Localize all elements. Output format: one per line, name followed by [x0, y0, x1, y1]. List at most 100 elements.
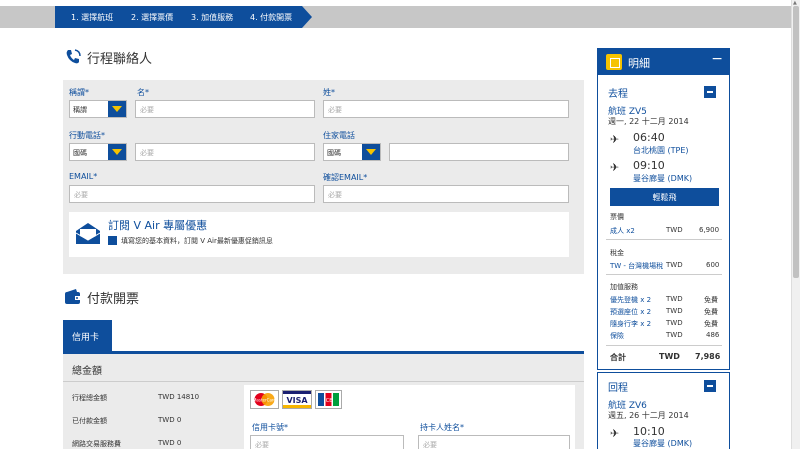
departure-plane-icon: ✈ — [610, 133, 620, 146]
addon-currency: TWD — [666, 307, 683, 315]
outbound-heading: 去程 — [608, 89, 628, 100]
note-icon — [606, 54, 622, 70]
addon-amount: 免費 — [704, 320, 718, 328]
service-fee-label: 網路交易服務費 — [72, 440, 121, 448]
salutation-value: 稱謂 — [73, 106, 87, 114]
subscribe-checkbox[interactable] — [108, 236, 117, 245]
payment-divider — [63, 381, 584, 382]
card-holder-input[interactable]: 必要 — [418, 435, 570, 449]
contact-section-title: 行程聯絡人 — [87, 52, 153, 67]
subscribe-text: 填寫您的基本資料，訂閱 V Air最新優惠促銷訊息 — [121, 237, 273, 245]
confirm-email-label: 確認EMAIL* — [323, 173, 368, 182]
addon-amount: 486 — [706, 331, 720, 339]
fare-title: 票價 — [610, 213, 624, 221]
last-name-input[interactable]: 必要 — [323, 100, 569, 118]
fare-type-button[interactable]: 輕鬆飛 — [610, 188, 719, 206]
trip-total-label: 行程總金額 — [72, 394, 107, 402]
return-heading: 回程 — [608, 383, 628, 394]
tab-credit-card[interactable]: 信用卡 — [63, 320, 112, 354]
email-input[interactable]: 必要 — [69, 185, 315, 203]
first-name-label: 名* — [137, 88, 149, 97]
summary-title: 明細 — [628, 57, 650, 70]
outbound-dep-airport: 台北桃園 (TPE) — [633, 146, 689, 155]
addon-currency: TWD — [666, 331, 683, 339]
home-phone-input[interactable] — [389, 143, 569, 161]
outbound-collapse-icon[interactable] — [704, 86, 716, 98]
step-2[interactable]: 2. 選擇票價 — [131, 12, 173, 23]
fare-label: 成人 x2 — [610, 227, 635, 235]
subscribe-box: 訂閱 V Air 專屬優惠 填寫您的基本資料，訂閱 V Air最新優惠促銷訊息 — [69, 212, 569, 257]
total-label: 合計 — [610, 353, 626, 362]
outbound-date: 週一, 22 十二月 2014 — [608, 117, 689, 126]
step-3[interactable]: 3. 加值服務 — [191, 12, 233, 23]
tax-currency: TWD — [666, 261, 683, 269]
paid-amount-value: TWD 0 — [158, 416, 182, 424]
card-holder-label: 持卡人姓名* — [420, 423, 464, 432]
outbound-arr-airport: 曼谷廊曼 (DMK) — [633, 174, 693, 183]
addon-label: 隨身行李 x 2 — [610, 320, 652, 328]
salutation-label: 稱謂* — [69, 88, 89, 97]
chevron-down-icon — [362, 144, 380, 160]
subscribe-title: 訂閱 V Air 專屬優惠 — [108, 219, 208, 232]
chevron-down-icon — [108, 144, 126, 160]
fare-divider — [606, 239, 722, 240]
step-4: 4. 付款開票 — [250, 13, 293, 22]
return-dep-airport: 曼谷廊曼 (DMK) — [633, 439, 693, 448]
steps-arrow — [302, 6, 312, 28]
total-amount: 7,986 — [695, 352, 721, 361]
paid-amount-label: 已付款金額 — [72, 417, 107, 425]
tax-divider — [606, 274, 722, 275]
return-collapse-icon[interactable] — [704, 380, 716, 392]
scroll-thumb[interactable] — [793, 6, 799, 278]
home-country-select[interactable]: 國碼 — [323, 143, 381, 161]
addon-amount: 免費 — [704, 308, 718, 316]
svg-text:JCB: JCB — [323, 398, 333, 404]
mobile-country-select[interactable]: 國碼 — [69, 143, 127, 161]
home-country-value: 國碼 — [327, 149, 341, 157]
fare-amount: 6,900 — [699, 226, 720, 234]
envelope-icon — [75, 223, 101, 244]
step-1[interactable]: 1. 選擇航班 — [71, 12, 113, 23]
return-date: 週五, 26 十二月 2014 — [608, 411, 689, 420]
addon-divider — [606, 345, 722, 346]
summary-header[interactable]: 明細 − — [598, 49, 729, 75]
service-fee-value: TWD 0 — [158, 439, 182, 447]
wallet-icon — [65, 289, 81, 304]
return-summary: 回程 航班 ZV6 週五, 26 十二月 2014 ✈ 10:10 曼谷廊曼 (… — [597, 372, 730, 449]
chevron-down-icon — [108, 101, 126, 117]
tax-label: TW - 台灣機場稅 — [610, 262, 664, 270]
page-scrollbar[interactable]: ▲ — [791, 0, 800, 449]
addon-currency: TWD — [666, 319, 683, 327]
salutation-select[interactable]: 稱謂 — [69, 100, 127, 118]
confirm-email-input[interactable]: 必要 — [323, 185, 569, 203]
tax-title: 稅金 — [610, 249, 624, 257]
total-currency: TWD — [659, 352, 680, 361]
addon-amount: 免費 — [704, 296, 718, 304]
mobile-label: 行動電話* — [69, 131, 105, 140]
trip-total-value: TWD 14810 — [158, 393, 200, 401]
arrival-plane-icon: ✈ — [610, 161, 620, 174]
mobile-input[interactable]: 必要 — [135, 143, 315, 161]
visa-logo: VISA — [282, 390, 312, 409]
outbound-arr-time: 09:10 — [633, 159, 665, 172]
addon-label: 保險 — [610, 332, 624, 340]
phone-icon — [66, 49, 81, 64]
home-phone-label: 住家電話 — [323, 131, 355, 140]
jcb-logo: JCB — [315, 390, 342, 409]
svg-text:VISA: VISA — [286, 396, 308, 405]
first-name-input[interactable]: 必要 — [135, 100, 315, 118]
last-name-label: 姓* — [323, 88, 335, 97]
mastercard-logo: MasterCard — [250, 390, 279, 409]
collapse-icon[interactable]: − — [711, 51, 723, 67]
addon-title: 加值服務 — [610, 283, 638, 291]
addon-currency: TWD — [666, 295, 683, 303]
departure-plane-icon: ✈ — [610, 427, 620, 440]
card-number-label: 信用卡號* — [252, 423, 288, 432]
booking-summary: 明細 − 去程 航班 ZV5 週一, 22 十二月 2014 ✈ 06:40 台… — [597, 48, 730, 370]
progress-steps: 1. 選擇航班 2. 選擇票價 3. 加值服務 4. 付款開票 — [0, 6, 800, 28]
svg-text:MasterCard: MasterCard — [253, 398, 276, 403]
addon-label: 優先登機 x 2 — [610, 296, 652, 304]
fare-currency: TWD — [666, 226, 683, 234]
card-number-input[interactable]: 必要 — [250, 435, 404, 449]
tax-amount: 600 — [706, 261, 720, 269]
